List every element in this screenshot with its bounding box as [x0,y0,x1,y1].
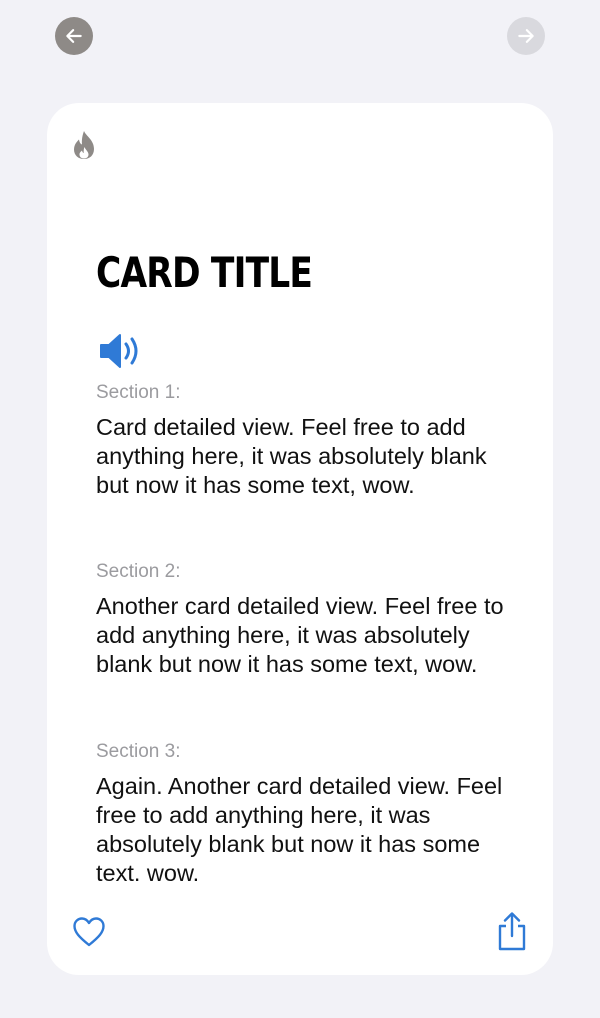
arrow-left-icon [66,29,82,43]
back-button[interactable] [55,17,93,55]
section-body: Card detailed view. Feel free to add any… [96,414,487,498]
speaker-icon[interactable] [98,331,144,371]
flame-icon [74,131,94,159]
forward-button[interactable] [507,17,545,55]
detail-card: CARD TITLE Section 1: Card detailed view… [47,103,553,975]
section-body: Another card detailed view. Feel free to… [96,593,504,677]
section-2: Section 2: Another card detailed view. F… [96,560,516,679]
section-label: Section 1: [96,382,181,403]
section-body: Again. Another card detailed view. Feel … [96,773,503,886]
share-icon[interactable] [495,911,529,951]
section-label: Section 2: [96,561,181,582]
arrow-right-icon [518,29,534,43]
heart-icon[interactable] [72,916,106,948]
card-title: CARD TITLE [96,248,313,297]
section-1: Section 1: Card detailed view. Feel free… [96,381,516,500]
section-label: Section 3: [96,741,181,762]
section-3: Section 3: Again. Another card detailed … [96,740,516,888]
